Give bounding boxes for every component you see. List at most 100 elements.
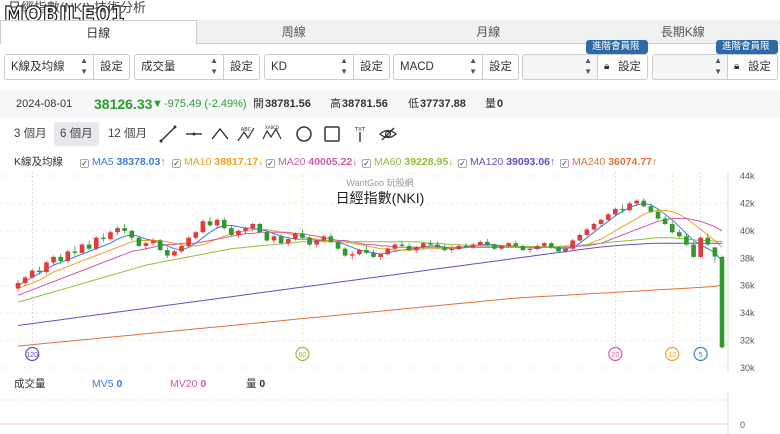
ma-item-ma20[interactable]: ✓ MA20 40005.22↓ (266, 154, 357, 170)
text-tool-icon[interactable]: TXT (350, 124, 370, 144)
candle-body (257, 224, 263, 233)
candle-body (634, 200, 639, 204)
candle-body (229, 228, 234, 235)
open-label: 開 (253, 98, 264, 110)
checkbox-icon[interactable]: ✓ (80, 159, 89, 168)
checkbox-icon[interactable]: ✓ (362, 159, 371, 168)
main-indicator-select[interactable]: K線及均線 ▲ ▼ (4, 54, 94, 80)
volume-indicator-select[interactable]: 成交量 ▲ ▼ (134, 54, 224, 80)
quote-date: 2024-08-01 (16, 98, 73, 110)
tab-weekly[interactable]: 周線 (196, 20, 391, 44)
candle-body (157, 240, 163, 251)
volume-settings-button[interactable]: 設定 (224, 54, 260, 80)
checkbox-icon[interactable]: ✓ (172, 159, 181, 168)
hline-tool-icon[interactable] (184, 124, 204, 144)
vip-settings-button-1[interactable]: 🔒︎ 設定 (598, 54, 648, 80)
chart-title: 日經指數(NKI) (336, 190, 425, 206)
candle-body (712, 247, 718, 257)
vip-settings-button-2[interactable]: 🔒︎ 設定 (728, 54, 778, 80)
macd-settings-button[interactable]: 設定 (483, 54, 519, 80)
ma-legend-title: K線及均線 (14, 156, 64, 168)
abc-pattern-icon[interactable]: ABC (236, 124, 256, 144)
quote-price: 38126.33 (94, 96, 153, 112)
checkbox-icon[interactable]: ✓ (458, 159, 467, 168)
tab-monthly[interactable]: 月線 (391, 20, 586, 44)
candle-body (691, 244, 696, 257)
kd-indicator-select[interactable]: KD ▲ ▼ (264, 54, 354, 80)
line-tool-icon[interactable] (158, 124, 178, 144)
down-arrow-icon: ▼ (152, 98, 163, 110)
candle-body (534, 245, 540, 249)
selector-vip-1: 進階會員限定 ▲▼ 🔒︎ 設定 (522, 40, 648, 80)
rect-tool-icon[interactable] (322, 124, 342, 144)
selector-vip-2: 進階會員限定 ▲▼ 🔒︎ 設定 (652, 40, 778, 80)
ma-item-ma5[interactable]: ✓ MA5 38378.03↑ (80, 154, 166, 170)
volume-svg: 0 (0, 392, 745, 434)
vip-indicator-select-2[interactable]: ▲ ▼ (652, 54, 728, 80)
ma-item-ma10[interactable]: ✓ MA10 38817.17↓ (172, 154, 263, 170)
lock-icon: 🔒︎ (734, 61, 740, 72)
candle-body (186, 237, 191, 246)
ma-item-ma120[interactable]: ✓ MA120 39093.06↑ (458, 154, 555, 170)
y-tick-label: 44k (740, 172, 755, 181)
candle-body (136, 237, 142, 246)
indicator-selectors: K線及均線 ▲ ▼ 設定 成交量 ▲ ▼ 設定 KD ▲ ▼ 設定 MACD ▲ ▼ 設… (0, 40, 780, 80)
volume-legend: 成交量 MV5 0 MV20 0 量 0 (0, 376, 780, 392)
candle-body (449, 248, 455, 251)
candlestick-chart[interactable]: 44k 42k 40k 38k 36k 34k 32k 30k WantGoo 玩股網 日經指數(… (0, 171, 780, 373)
kd-settings-button[interactable]: 設定 (354, 54, 390, 80)
marker-label: 5 (699, 352, 703, 359)
candle-body (648, 206, 654, 212)
candle-body (378, 254, 383, 257)
candle-body (499, 245, 504, 249)
candle-body (563, 248, 568, 252)
candle-body (399, 244, 405, 246)
y-tick-label: 36k (740, 281, 755, 291)
main-settings-button[interactable]: 設定 (94, 54, 130, 80)
volume-legend-title: 成交量 (14, 378, 46, 390)
candle-body (93, 237, 99, 249)
chart-svg[interactable]: 44k 42k 40k 38k 36k 34k 32k 30k WantGoo 玩股網日經指數(… (0, 171, 780, 373)
candle-body (335, 241, 341, 249)
candle-body (65, 251, 71, 262)
checkbox-icon[interactable]: ✓ (560, 159, 569, 168)
y-tick-label: 38k (740, 253, 755, 263)
volume-chart: 0 (0, 392, 780, 434)
candle-body (15, 282, 21, 289)
candle-body (719, 256, 725, 348)
circle-tool-icon[interactable] (294, 124, 314, 144)
period-tabs: 日線 周線 月線 長期K線 (0, 20, 780, 44)
candle-body (677, 232, 682, 237)
checkbox-icon[interactable]: ✓ (266, 159, 275, 168)
candle-body (72, 251, 78, 253)
updown-arrow-icon: ▲ ▼ (584, 56, 592, 76)
selector-macd: MACD ▲ ▼ 設定 (393, 54, 519, 80)
lock-icon: 🔒︎ (604, 61, 610, 72)
ma-item-ma60[interactable]: ✓ MA60 39228.95↓ (362, 154, 453, 170)
tab-daily[interactable]: 日線 (0, 20, 197, 44)
ma-line-ma240 (17, 284, 723, 347)
wave-tool-icon[interactable] (210, 124, 230, 144)
candle-body (591, 224, 597, 230)
candle-body (179, 245, 184, 252)
candle-body (172, 251, 177, 256)
ma-line-ma120 (17, 242, 722, 326)
volume-value: 0 (497, 98, 504, 110)
candle-body (285, 239, 291, 244)
candle-body (349, 254, 355, 256)
low-value: 37737.88 (420, 98, 466, 110)
range-12m-button[interactable]: 12 個月 (102, 122, 153, 146)
candle-body (456, 245, 462, 249)
hide-tool-icon[interactable] (378, 124, 398, 144)
candle-body (570, 240, 575, 249)
vip-indicator-select-1[interactable]: ▲ ▼ (522, 54, 598, 80)
candle-body (165, 250, 170, 256)
range-6m-button[interactable]: 6 個月 (54, 122, 99, 146)
updown-arrow-icon: ▲ ▼ (714, 56, 722, 76)
macd-indicator-select[interactable]: MACD ▲ ▼ (393, 54, 483, 80)
xabcd-pattern-icon[interactable]: XABCD (262, 124, 282, 144)
range-3m-button[interactable]: 3 個月 (8, 122, 53, 146)
ma-item-ma240[interactable]: ✓ MA240 36074.77↑ (560, 154, 657, 170)
ma-legend: K線及均線 ✓ MA5 38378.03↑ ✓ MA10 38817.17↓ ✓ MA… (0, 154, 780, 170)
candle-body (662, 218, 668, 224)
